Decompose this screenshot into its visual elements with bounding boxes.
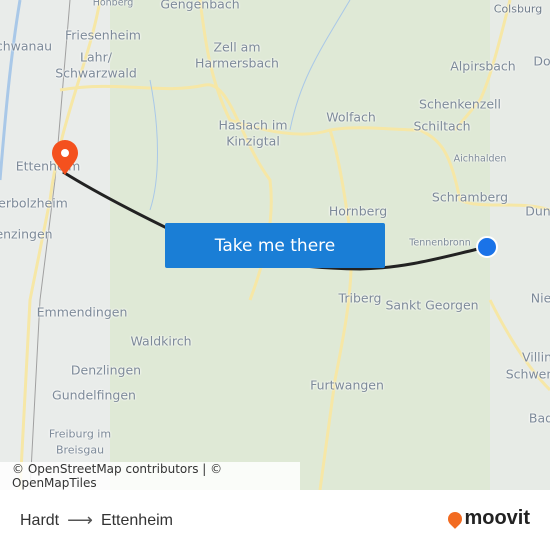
destination-pin-icon [52,140,78,175]
origin-name: Hardt [20,511,60,529]
logo-text: moovit [464,507,530,529]
moovit-pin-icon [445,508,466,529]
footer-bar: Hardt ⟶ Ettenheim moovit [0,490,550,550]
moovit-logo: moovit [445,507,530,530]
arrow-right-icon: ⟶ [67,510,93,530]
map-attribution[interactable]: © OpenStreetMap contributors | © OpenMap… [0,462,300,490]
origin-dot-icon [476,236,498,258]
route-title: Hardt ⟶ Ettenheim [20,510,173,531]
destination-name: Ettenheim [100,511,173,529]
take-me-there-button[interactable]: Take me there [165,223,385,268]
map[interactable]: Hohberg Gengenbach Schwanau Friesenheim … [0,0,550,490]
